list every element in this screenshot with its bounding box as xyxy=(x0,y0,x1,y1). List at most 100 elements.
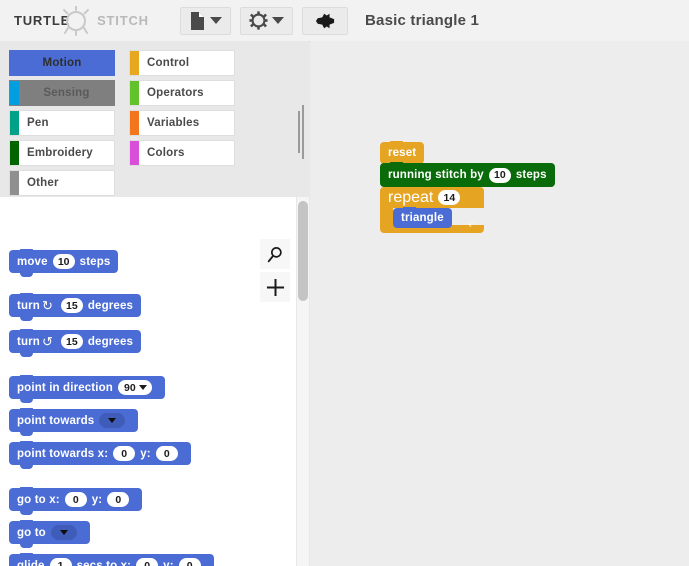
chevron-down-icon xyxy=(108,418,117,423)
category-variables[interactable]: Variables xyxy=(129,110,235,136)
category-operators[interactable]: Operators xyxy=(129,80,235,106)
block-label: go to xyxy=(17,526,46,539)
category-embroidery[interactable]: Embroidery xyxy=(9,140,115,166)
block-label: steps xyxy=(515,169,547,181)
block-dropdown-direction[interactable]: 90 xyxy=(117,380,152,395)
block-dropdown-target[interactable] xyxy=(99,413,126,428)
block-dropdown-target[interactable] xyxy=(50,525,77,540)
block-input-y[interactable]: 0 xyxy=(178,558,201,566)
block-label: glide xyxy=(17,559,45,566)
app-logo[interactable]: TURTLE STITCH xyxy=(0,0,180,41)
block-input-steps[interactable]: 10 xyxy=(488,167,511,183)
category-label: Variables xyxy=(147,117,200,129)
category-colors[interactable]: Colors xyxy=(129,140,235,166)
category-sensing[interactable]: Sensing xyxy=(9,80,115,106)
loop-arrow-icon: ⤷ xyxy=(467,215,475,230)
script-block-triangle[interactable]: triangle xyxy=(393,207,452,228)
category-swatch xyxy=(130,111,139,135)
category-label: Control xyxy=(147,57,190,69)
scripting-area[interactable]: reset running stitch by 10 steps repeat … xyxy=(310,41,689,566)
script-block-reset[interactable]: reset xyxy=(380,141,425,164)
block-label: degrees xyxy=(87,299,134,312)
block-label: turn xyxy=(17,335,40,348)
category-label: Sensing xyxy=(43,87,90,99)
file-menu-button[interactable] xyxy=(180,6,231,35)
block-label: running stitch by xyxy=(388,169,484,181)
block-label: repeat xyxy=(388,188,434,206)
dropdown-caret-icon xyxy=(272,17,284,24)
block-label: go to x: xyxy=(17,493,60,506)
palette-scrollbar-thumb[interactable] xyxy=(298,201,308,301)
add-block-button[interactable] xyxy=(260,272,290,302)
block-label: y: xyxy=(163,559,174,566)
category-control[interactable]: Control xyxy=(129,50,235,76)
block-input-steps[interactable]: 10 xyxy=(52,254,75,269)
block-input-secs[interactable]: 1 xyxy=(49,558,72,566)
palette-block-point-towards-xy[interactable]: point towards x: 0 y: 0 xyxy=(9,441,191,469)
plus-icon xyxy=(266,278,284,296)
category-label: Operators xyxy=(147,87,204,99)
script-block-running-stitch[interactable]: running stitch by 10 steps xyxy=(380,162,555,187)
turn-clockwise-icon: ↻ xyxy=(41,298,53,313)
block-input-x[interactable]: 0 xyxy=(136,558,159,566)
project-title-area: Basic triangle 1 xyxy=(365,0,479,41)
palette-block-move[interactable]: move 10 steps xyxy=(9,249,119,277)
gear-icon xyxy=(249,11,268,30)
category-other[interactable]: Other xyxy=(9,170,115,196)
category-swatch xyxy=(10,111,19,135)
palette-block-go-to-xy[interactable]: go to x: 0 y: 0 xyxy=(9,487,143,515)
search-button[interactable] xyxy=(260,239,290,269)
turn-counterclockwise-icon: ↺ xyxy=(41,334,53,349)
category-label: Pen xyxy=(27,117,49,129)
block-input-degrees[interactable]: 15 xyxy=(60,334,83,349)
settings-menu-button[interactable] xyxy=(240,6,293,35)
category-swatch xyxy=(10,81,19,105)
palette-block-point-towards[interactable]: point towards xyxy=(9,408,139,436)
turtle-puzzle-icon xyxy=(315,13,335,28)
block-label: reset xyxy=(388,147,417,159)
block-label: secs to x: xyxy=(76,559,132,566)
category-swatch xyxy=(130,51,139,75)
chevron-down-icon xyxy=(59,530,68,535)
category-swatch xyxy=(10,171,19,195)
block-palette: move 10 steps turn ↻ 15 degrees turn ↺ 1… xyxy=(0,197,296,566)
category-label: Other xyxy=(27,177,59,189)
block-input-x[interactable]: 0 xyxy=(113,446,136,461)
category-label: Colors xyxy=(147,147,185,159)
palette-block-glide[interactable]: glide 1 secs to x: 0 y: 0 xyxy=(9,553,214,566)
palette-block-turn-right[interactable]: turn ↻ 15 degrees xyxy=(9,293,142,321)
top-toolbar: TURTLE STITCH Basic triangle 1 xyxy=(0,0,689,42)
block-label: point towards x: xyxy=(17,447,109,460)
logo-text-stitch: STITCH xyxy=(97,13,149,28)
category-pen[interactable]: Pen xyxy=(9,110,115,136)
block-input-x[interactable]: 0 xyxy=(64,492,87,507)
category-scrollbar-thumb-2[interactable] xyxy=(302,105,304,159)
block-input-count[interactable]: 14 xyxy=(438,190,461,205)
category-motion[interactable]: Motion xyxy=(9,50,115,76)
file-page-icon xyxy=(191,11,204,30)
palette-block-turn-left[interactable]: turn ↺ 15 degrees xyxy=(9,329,142,357)
dropdown-value: 90 xyxy=(123,381,136,394)
turtle-logo-icon xyxy=(63,6,89,36)
magnifier-icon xyxy=(267,246,282,262)
block-label: steps xyxy=(79,255,111,268)
block-label: point in direction xyxy=(17,381,113,394)
block-label: move xyxy=(17,255,48,268)
block-label: y: xyxy=(91,493,103,506)
block-input-degrees[interactable]: 15 xyxy=(60,298,83,313)
page-title: Basic triangle 1 xyxy=(365,12,480,29)
category-selector: Motion Control Sensing Operators Pen Var… xyxy=(0,41,296,197)
palette-block-point-in-direction[interactable]: point in direction 90 xyxy=(9,375,165,403)
palette-tools xyxy=(258,197,296,566)
block-label: turn xyxy=(17,299,40,312)
block-label: triangle xyxy=(401,212,444,224)
chevron-down-icon xyxy=(138,385,147,390)
block-input-y[interactable]: 0 xyxy=(155,446,178,461)
extension-button[interactable] xyxy=(302,6,348,35)
dropdown-caret-icon xyxy=(210,17,222,24)
block-label: point towards xyxy=(17,414,95,427)
block-label: y: xyxy=(140,447,151,460)
palette-block-go-to[interactable]: go to xyxy=(9,520,90,548)
block-input-y[interactable]: 0 xyxy=(107,492,130,507)
category-scrollbar-thumb[interactable] xyxy=(298,111,300,153)
